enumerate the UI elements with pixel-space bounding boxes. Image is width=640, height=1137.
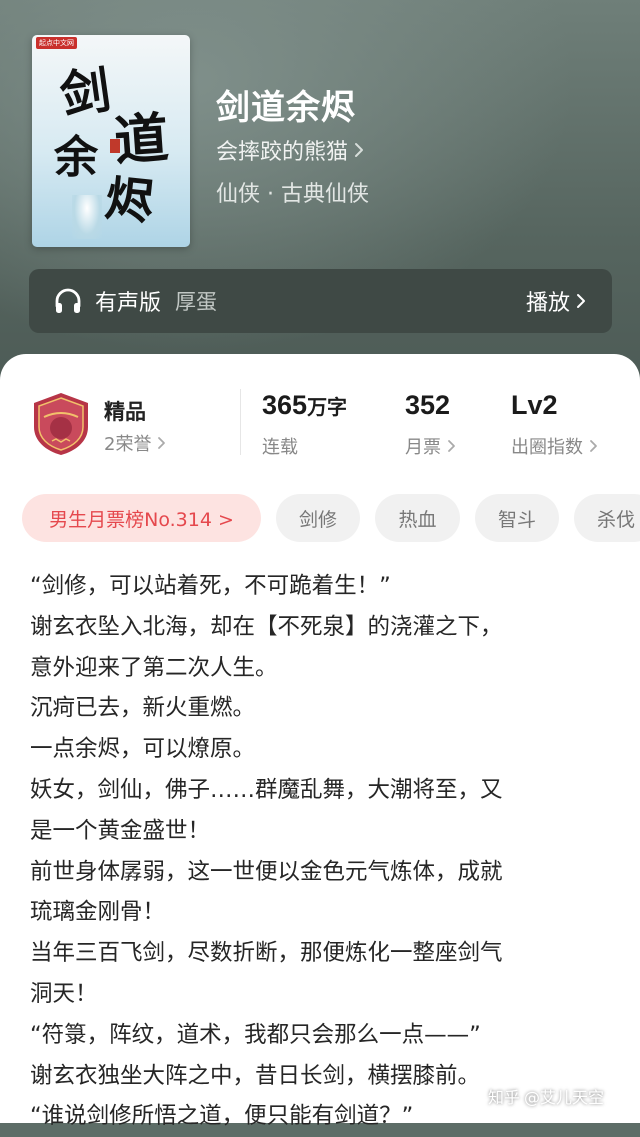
monthly-tickets-label: 月票 bbox=[405, 437, 441, 458]
synopsis-line: 妖女，剑仙，佛子……群魔乱舞，大潮将至，又 bbox=[30, 776, 503, 803]
cover-publisher-badge: 起点中文网 bbox=[36, 37, 77, 49]
chevron-right-icon bbox=[577, 294, 585, 308]
audiobook-label: 有声版 bbox=[95, 291, 162, 316]
book-cover-image[interactable]: 起点中文网 剑 道 余 烬 bbox=[32, 35, 190, 247]
play-button[interactable]: 播放 bbox=[526, 285, 586, 317]
level-value: Lv2 bbox=[511, 390, 558, 420]
premium-label: 精品 bbox=[104, 400, 146, 424]
cover-figure-illustration bbox=[72, 195, 102, 239]
narrator-name: 厚蛋 bbox=[175, 290, 218, 314]
play-label: 播放 bbox=[525, 291, 570, 316]
watermark-user: @艾儿天空 bbox=[524, 1088, 605, 1107]
synopsis-line: 谢玄衣坠入北海，却在【不死泉】的浇灌之下， bbox=[30, 613, 503, 640]
stats-divider bbox=[240, 389, 241, 455]
cover-seal bbox=[110, 139, 120, 153]
synopsis-line: 琉璃金刚骨！ bbox=[30, 899, 166, 926]
breakout-index-label: 出圈指数 bbox=[511, 437, 583, 458]
word-count-unit: 万字 bbox=[307, 397, 348, 419]
headphones-icon bbox=[51, 284, 85, 318]
synopsis-line: 沉疴已去，新火重燃。 bbox=[30, 695, 256, 722]
synopsis-line: 前世身体孱弱，这一世便以金色元气炼体，成就 bbox=[30, 858, 503, 885]
synopsis-line: 是一个黄金盛世！ bbox=[30, 817, 211, 844]
book-synopsis: “剑修，可以站着死，不可跪着生！” 谢玄衣坠入北海，却在【不死泉】的浇灌之下， … bbox=[30, 566, 610, 1137]
tag-chip[interactable]: 杀伐 bbox=[574, 494, 640, 542]
book-genre: 仙侠 · 古典仙侠 bbox=[216, 182, 369, 207]
word-count-value: 365万字 bbox=[262, 390, 347, 421]
cover-title-char: 剑 bbox=[56, 59, 115, 126]
cover-title-char: 余 bbox=[54, 132, 98, 183]
monthly-tickets-value: 352 bbox=[405, 390, 451, 420]
chevron-right-icon bbox=[448, 440, 455, 452]
audiobook-bar[interactable]: 有声版 厚蛋 播放 bbox=[29, 269, 612, 333]
tag-chip[interactable]: 剑修 bbox=[276, 494, 360, 542]
synopsis-line: “符箓，阵纹，道术，我都只会那么一点——” bbox=[30, 1021, 481, 1048]
premium-channel-badge-icon[interactable] bbox=[30, 391, 92, 457]
zhihu-watermark: 知乎 @艾儿天空 bbox=[488, 1084, 604, 1108]
author-name: 会摔跤的熊猫 bbox=[216, 140, 349, 165]
serial-status-label: 连载 bbox=[262, 437, 298, 458]
synopsis-line: 当年三百飞剑，尽数折断，那便炼化一整座剑气 bbox=[30, 940, 503, 967]
monthly-tickets-link[interactable]: 月票 bbox=[405, 433, 456, 459]
book-title: 剑道余烬 bbox=[216, 88, 356, 128]
breakout-index-link[interactable]: 出圈指数 bbox=[511, 433, 598, 459]
tag-chip[interactable]: 热血 bbox=[375, 494, 460, 542]
chevron-right-icon bbox=[590, 440, 597, 452]
author-link[interactable]: 会摔跤的熊猫 bbox=[216, 134, 364, 166]
cover-title-char: 烬 bbox=[102, 170, 157, 232]
watermark-site: 知乎 bbox=[488, 1088, 521, 1107]
synopsis-line: “剑修，可以站着死，不可跪着生！” bbox=[30, 573, 391, 599]
chevron-right-icon bbox=[355, 143, 364, 157]
synopsis-line: 意外迎来了第二次人生。 bbox=[30, 654, 278, 681]
synopsis-line: 洞天！ bbox=[30, 980, 98, 1007]
honor-count: 2荣誉 bbox=[104, 434, 152, 455]
tag-chip[interactable]: 智斗 bbox=[475, 494, 559, 542]
word-count-number: 365 bbox=[262, 390, 308, 420]
synopsis-line: 一点余烬，可以燎原。 bbox=[30, 736, 256, 763]
rank-tag-chip[interactable]: 男生月票榜No.314 > bbox=[22, 494, 261, 542]
honor-link[interactable]: 2荣誉 bbox=[104, 430, 166, 456]
serial-status: 连载 bbox=[262, 433, 298, 459]
chevron-right-icon bbox=[158, 437, 166, 449]
